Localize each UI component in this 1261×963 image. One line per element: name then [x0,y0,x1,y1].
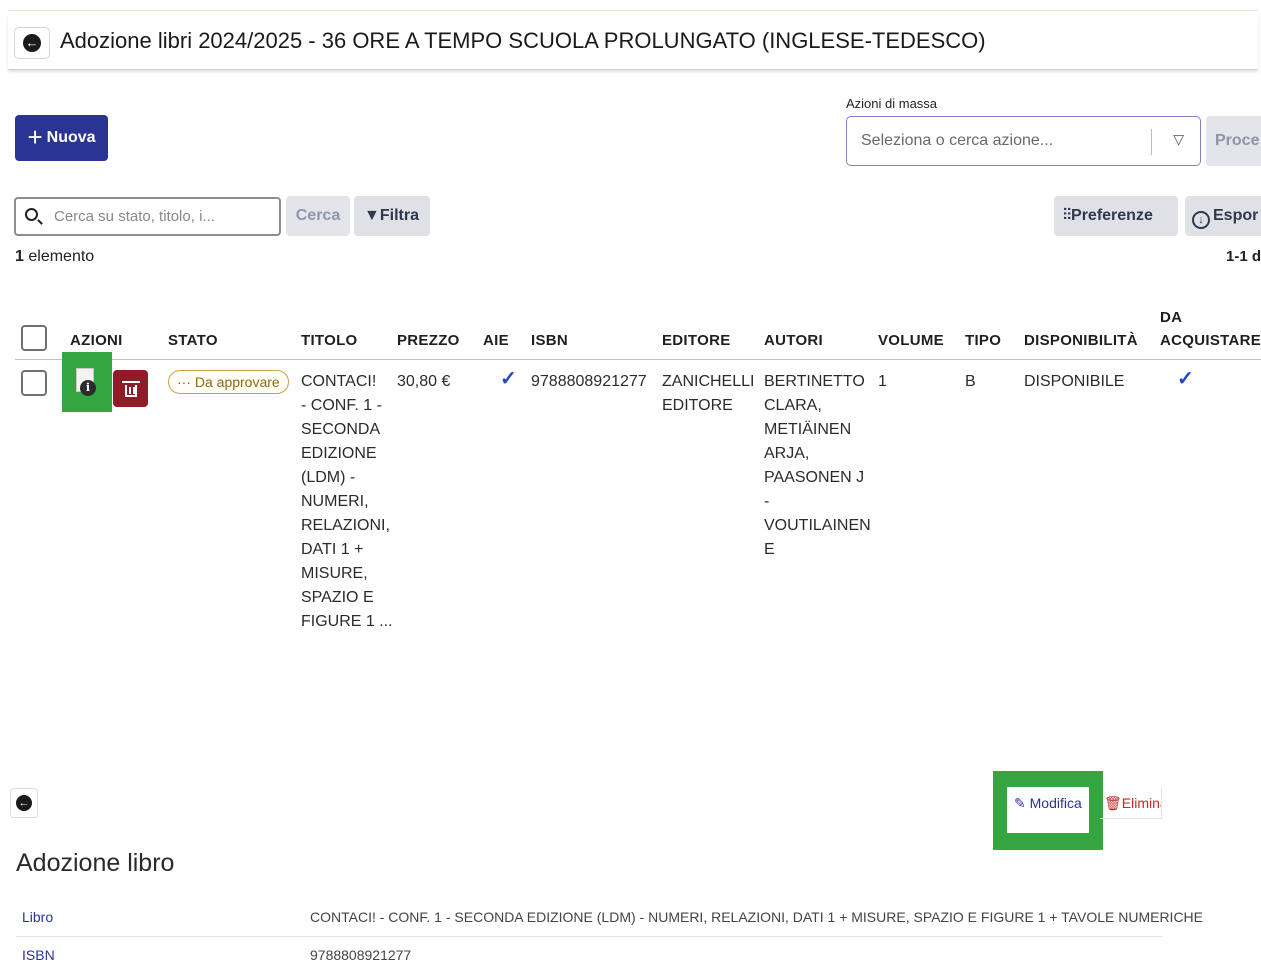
export-label: Espor [1213,207,1259,224]
col-da-acquistare-line2[interactable]: ACQUISTARE [1160,332,1261,349]
col-editore[interactable]: EDITORE [662,332,731,349]
cell-volume: 1 [878,373,887,390]
cell-disponibilita: DISPONIBILE [1024,373,1125,390]
back-button[interactable]: ← [14,27,50,59]
trash-icon: 🗑 [1104,795,1122,811]
info-icon: i [80,380,96,396]
delete-button[interactable]: 🗑Elimina [1100,787,1162,819]
pencil-icon: ✎ [1014,795,1026,811]
da-acquistare-check-icon: ✓ [1177,368,1194,390]
col-disponibilita[interactable]: DISPONIBILITÀ [1024,332,1138,349]
status-badge: ··· Da approvare [168,370,289,394]
detail-value: 9788808921277 [310,947,412,963]
new-button-label: Nuova [46,129,96,146]
arrow-left-icon: ← [23,34,41,52]
col-azioni: AZIONI [70,332,123,349]
pagination-info: 1-1 d [1226,248,1261,265]
info-button[interactable]: i [72,368,100,404]
search-button[interactable]: Cerca [286,196,350,236]
cell-tipo: B [965,373,976,390]
detail-back-button[interactable]: ← [10,788,38,818]
cell-isbn: 9788808921277 [531,373,647,390]
item-count-label: elemento [28,248,95,265]
select-separator [1151,129,1152,155]
detail-key[interactable]: Libro [22,909,53,925]
delete-row-button[interactable] [113,370,148,407]
col-titolo[interactable]: TITOLO [301,332,358,349]
preferences-button[interactable]: ⫶⫶Preferenze [1054,196,1178,236]
title-bar: ← Adozione libri 2024/2025 - 36 ORE A TE… [8,14,1258,70]
col-prezzo[interactable]: PREZZO [397,332,460,349]
page-title: Adozione libri 2024/2025 - 36 ORE A TEMP… [60,28,986,53]
row-checkbox[interactable] [21,370,47,396]
cell-editore: ZANICHELLI EDITORE [662,373,755,414]
delete-label: Elimina [1121,795,1161,811]
detail-row-libro: Libro CONTACI! - CONF. 1 - SECONDA EDIZI… [16,899,1203,937]
cell-titolo: CONTACI! - CONF. 1 - SECONDA EDIZIONE (L… [301,373,393,630]
sliders-icon: ⫶⫶ [1063,207,1072,224]
detail-value: CONTACI! - CONF. 1 - SECONDA EDIZIONE (L… [310,909,1204,925]
top-divider [8,10,1258,11]
download-icon: ↓ [1192,211,1210,229]
proceed-button[interactable]: Proce [1206,116,1261,166]
preferences-label: Preferenze [1071,207,1153,224]
col-aie[interactable]: AIE [483,332,509,349]
detail-row-isbn: ISBN 9788808921277 [16,937,1163,963]
mass-actions-select[interactable]: Seleziona o cerca azione... ▽ [846,116,1201,166]
cell-autori: BERTINETTO CLARA, METIÄINEN ARJA, PAASON… [764,373,871,558]
item-count: 1 elemento [15,248,94,266]
table-header-divider [15,359,1261,360]
arrow-left-icon: ← [16,795,32,811]
search-input[interactable]: Cerca su stato, titolo, i... [14,197,281,236]
col-da-acquistare-line1[interactable]: DA [1160,309,1182,326]
col-autori[interactable]: AUTORI [764,332,823,349]
col-isbn[interactable]: ISBN [531,332,568,349]
col-stato[interactable]: STATO [168,332,218,349]
chevron-down-icon[interactable]: ▽ [1173,131,1184,148]
trash-icon [121,380,140,397]
filter-label: Filtra [379,207,419,224]
filter-button[interactable]: ▼Filtra [354,196,430,236]
item-count-number: 1 [15,248,24,265]
col-volume[interactable]: VOLUME [878,332,944,349]
plus-icon: + [27,122,43,152]
mass-actions-label: Azioni di massa [846,96,938,111]
mass-actions-placeholder: Seleziona o cerca azione... [861,132,1054,149]
filter-icon: ▼ [364,207,380,224]
new-button[interactable]: + Nuova [15,115,108,161]
detail-title: Adozione libro [16,849,175,877]
select-all-checkbox[interactable] [21,325,47,351]
edit-label: Modifica [1029,795,1082,811]
search-placeholder: Cerca su stato, titolo, i... [54,208,215,225]
cell-prezzo: 30,80 € [397,373,451,390]
col-tipo[interactable]: TIPO [965,332,1001,349]
detail-key[interactable]: ISBN [22,947,55,963]
aie-check-icon: ✓ [500,368,517,390]
edit-button[interactable]: ✎ Modifica [1007,787,1089,833]
search-icon [25,208,38,221]
export-button[interactable]: ↓ Espor [1185,196,1261,236]
